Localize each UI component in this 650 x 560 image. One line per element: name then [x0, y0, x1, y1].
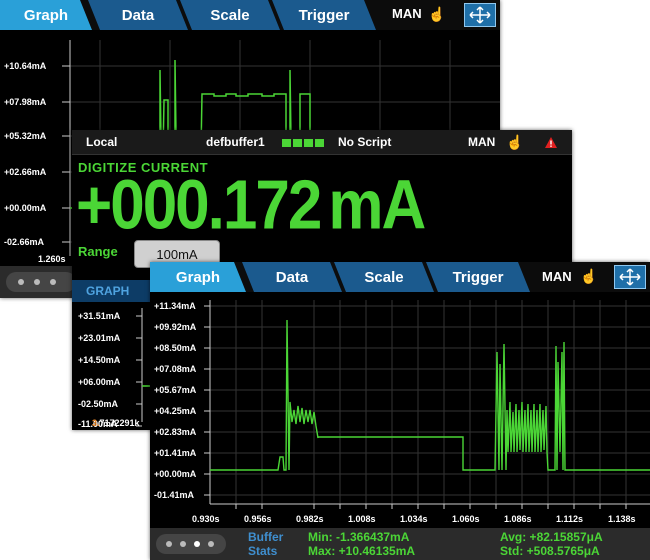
tab-label: Data [275, 268, 309, 286]
y-tick-label: +06.00mA [78, 377, 121, 387]
tab-bar: Graph Data Scale Trigger MAN ☝ [150, 262, 650, 292]
page-dot [180, 541, 186, 547]
reading-unit: mA [328, 167, 426, 245]
tab-data[interactable]: Data [242, 262, 342, 292]
y-tick-label: +02.83mA [154, 427, 197, 437]
y-tick-label: -02.50mA [78, 399, 119, 409]
x-tick-label: 1.008s [348, 514, 376, 524]
status-bar: Local defbuffer1 No Script MAN ☝ [72, 130, 572, 155]
y-tick-label: +00.00mA [154, 469, 197, 479]
x-tick-label: 1.112s [556, 514, 584, 524]
tab-label: Data [121, 6, 155, 24]
graph-screen: Graph Data Scale Trigger MAN ☝ +11.34mA … [150, 262, 650, 560]
x-tick-label: 1.260s [38, 254, 66, 264]
x-tick-label: 0.956s [244, 514, 272, 524]
x-tick-label: 0.982s [296, 514, 324, 524]
stats-title: Stats [248, 544, 278, 558]
reading-value: +000.172 [76, 167, 322, 245]
page-dot [166, 541, 172, 547]
partial-stat-prefix: 3. [92, 418, 100, 428]
y-tick-label: +10.64mA [4, 61, 47, 71]
stats-title: Buffer [248, 530, 284, 544]
tab-label: Scale [364, 268, 404, 286]
move-arrows-icon [469, 6, 491, 24]
tab-label: Graph [23, 6, 69, 24]
tab-label: Scale [210, 6, 250, 24]
tab-bar: Graph Data Scale Trigger MAN ☝ [0, 0, 500, 30]
pan-zoom-button[interactable] [464, 3, 496, 27]
buffer-fill-indicator [282, 139, 326, 147]
main-reading: +000.172 mA [76, 166, 426, 246]
stat-std: Std: +508.5765μA [500, 544, 600, 558]
tab-scale[interactable]: Scale [334, 262, 434, 292]
x-tick-label: 1.086s [504, 514, 532, 524]
page-dot-active [194, 541, 200, 547]
tab-scale[interactable]: Scale [180, 0, 280, 30]
mode-indicator[interactable]: MAN [542, 269, 572, 284]
y-tick-label: -02.66mA [4, 237, 45, 247]
stat-min: Min: -1.366437mA [308, 530, 410, 544]
tab-data[interactable]: Data [88, 0, 188, 30]
remote-status[interactable]: Local [86, 135, 117, 149]
hand-icon: ☝ [428, 6, 446, 22]
y-tick-label: +08.50mA [154, 343, 197, 353]
y-tick-label: +05.32mA [4, 131, 47, 141]
range-label: Range [78, 244, 118, 259]
buffer-stats-footer: Buffer Stats Min: -1.366437mA Max: +10.4… [150, 528, 650, 560]
move-arrows-icon [619, 268, 641, 286]
tab-trigger[interactable]: Trigger [426, 262, 530, 292]
mode-indicator[interactable]: MAN [392, 6, 422, 21]
tab-label: Graph [175, 268, 221, 286]
mini-graph-axis [136, 308, 152, 427]
hand-icon: ☝ [506, 134, 524, 150]
page-dot [34, 279, 40, 285]
hand-icon: ☝ [580, 268, 598, 284]
tab-label: Trigger [452, 268, 504, 286]
partial-stat-rest: 7172291k [99, 418, 140, 428]
x-tick-label: 0.930s [192, 514, 220, 524]
page-swipe-indicator[interactable] [156, 534, 226, 554]
y-tick-label: +07.08mA [154, 364, 197, 374]
y-tick-label: +00.00mA [4, 203, 47, 213]
y-tick-label: +02.66mA [4, 167, 47, 177]
x-tick-label: 1.034s [400, 514, 428, 524]
y-tick-label: +07.98mA [4, 97, 47, 107]
page-dot [18, 279, 24, 285]
y-tick-label: +31.51mA [78, 311, 121, 321]
tab-graph[interactable]: Graph [150, 262, 246, 292]
stat-max: Max: +10.46135mA [308, 544, 416, 558]
page-dot [50, 279, 56, 285]
stat-avg: Avg: +82.15857μA [500, 530, 603, 544]
y-tick-label: +05.67mA [154, 385, 197, 395]
y-tick-label: +14.50mA [78, 355, 121, 365]
y-tick-label: +09.92mA [154, 322, 197, 332]
y-tick-label: -01.41mA [154, 490, 195, 500]
y-tick-label: +01.41mA [154, 448, 197, 458]
page-dot [208, 541, 214, 547]
tab-graph[interactable]: Graph [0, 0, 92, 30]
mode-indicator[interactable]: MAN [468, 135, 495, 149]
waveform-plot[interactable] [150, 292, 650, 528]
pan-zoom-button[interactable] [614, 265, 646, 289]
script-status[interactable]: No Script [338, 135, 391, 149]
page-swipe-indicator[interactable] [6, 272, 76, 292]
y-tick-label: +11.34mA [154, 301, 196, 311]
graph-swipe-tab[interactable]: GRAPH [72, 280, 150, 302]
tab-trigger[interactable]: Trigger [272, 0, 376, 30]
y-tick-label: +23.01mA [78, 333, 121, 343]
active-buffer[interactable]: defbuffer1 [206, 135, 265, 149]
y-tick-label: +04.25mA [154, 406, 197, 416]
x-tick-label: 1.138s [608, 514, 636, 524]
tab-label: Trigger [298, 6, 350, 24]
x-tick-label: 1.060s [452, 514, 480, 524]
warning-icon[interactable] [544, 136, 558, 149]
partial-stat-value: 3.7172291k [92, 418, 140, 428]
